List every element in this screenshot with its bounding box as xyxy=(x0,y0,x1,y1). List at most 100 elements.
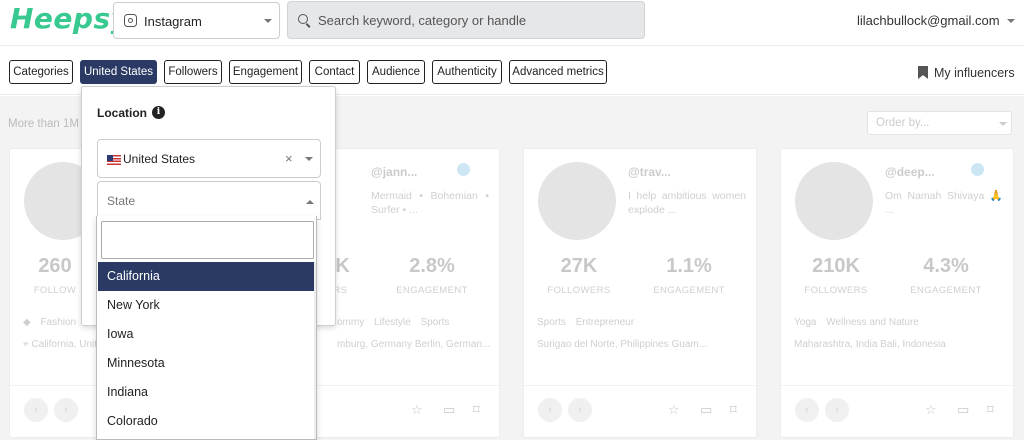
prev-arrow-icon[interactable]: ‹ xyxy=(795,398,819,422)
bookmark-icon xyxy=(918,66,928,79)
filter-location[interactable]: United States xyxy=(80,60,157,84)
category-tag: Sports xyxy=(537,317,566,328)
location-list: mburg, Germany Berlin, German... xyxy=(337,339,497,350)
chevron-down-icon xyxy=(264,19,272,23)
category-tag: Lifestyle xyxy=(374,317,411,328)
filter-authenticity[interactable]: Authenticity xyxy=(432,60,502,84)
influencer-handle[interactable]: @jann... xyxy=(371,165,417,179)
scrollbar[interactable] xyxy=(314,262,316,439)
followers-count: 210K xyxy=(812,255,860,277)
filter-categories[interactable]: Categories xyxy=(9,60,73,84)
message-icon[interactable]: ▭ xyxy=(700,402,712,418)
category-tag: Sports xyxy=(420,317,450,328)
location-title: Location xyxy=(97,106,147,120)
filter-followers[interactable]: Followers xyxy=(164,60,222,84)
location-text: Berlin, German... xyxy=(414,339,491,350)
search-box[interactable] xyxy=(287,1,645,39)
followers-count: 27K xyxy=(560,255,598,277)
chevron-down-icon xyxy=(1007,19,1015,23)
card-divider xyxy=(781,385,1013,386)
account-menu[interactable]: lilachbullock@gmail.com xyxy=(857,13,1015,28)
category-tag: Yoga xyxy=(794,317,817,328)
message-icon[interactable]: ▭ xyxy=(957,402,969,418)
platform-select-value: Instagram xyxy=(144,14,202,29)
category-tag: Fashion xyxy=(40,317,77,328)
filter-engagement[interactable]: Engagement xyxy=(229,60,302,84)
state-select[interactable]: State xyxy=(97,181,321,220)
filter-audience[interactable]: Audience xyxy=(367,60,425,84)
bookmark-icon[interactable]: ⌑ xyxy=(987,402,994,418)
avatar[interactable] xyxy=(538,162,616,240)
filter-contact[interactable]: Contact xyxy=(309,60,360,84)
next-arrow-icon[interactable]: › xyxy=(568,398,592,422)
top-bar: Heepsy Instagram lilachbullock@gmail.com xyxy=(0,0,1024,46)
order-by-placeholder: Order by... xyxy=(876,117,930,129)
state-options-list: California New York Iowa Minnesota India… xyxy=(96,216,317,440)
info-icon[interactable]: i xyxy=(152,106,165,119)
category-tag: Wellness and Nature xyxy=(826,317,919,328)
country-select[interactable]: United States × xyxy=(97,139,321,178)
location-text: California, Unit xyxy=(31,339,98,350)
chevron-down-icon xyxy=(999,122,1007,126)
next-arrow-icon[interactable]: › xyxy=(54,398,78,422)
prev-arrow-icon[interactable]: ‹ xyxy=(538,398,562,422)
search-icon xyxy=(298,14,308,24)
state-option[interactable]: California xyxy=(98,262,314,291)
chevron-down-icon xyxy=(305,157,313,161)
platform-select[interactable]: Instagram xyxy=(113,2,280,39)
engagement-label: ENGAGEMENT xyxy=(910,285,982,296)
us-flag-icon xyxy=(107,155,121,165)
instagram-icon xyxy=(124,14,137,27)
filter-advanced-metrics[interactable]: Advanced metrics xyxy=(509,60,607,84)
engagement-rate: 2.8% xyxy=(409,255,455,277)
favorite-star-icon[interactable]: ☆ xyxy=(411,402,423,418)
influencer-card[interactable]: @deep... Om Namah Shivaya 🙏 ... 210K FOL… xyxy=(780,148,1014,438)
location-text: Guam... xyxy=(671,339,708,350)
engagement-rate: 1.1% xyxy=(666,255,712,277)
influencer-handle[interactable]: @trav... xyxy=(628,165,671,179)
account-email: lilachbullock@gmail.com xyxy=(857,13,1000,28)
avatar[interactable] xyxy=(795,162,873,240)
order-by-select[interactable]: Order by... xyxy=(867,111,1012,135)
influencer-bio: Mermaid • Bohemian • Surfer • ... xyxy=(371,190,489,216)
card-divider xyxy=(524,385,756,386)
location-list: Maharashtra, India Bali, Indonesia xyxy=(794,339,1009,350)
heepsy-logo[interactable]: Heepsy xyxy=(10,2,129,35)
verified-icon xyxy=(971,163,984,176)
tag-list: ommy Lifestyle Sports xyxy=(337,317,552,328)
prev-arrow-icon[interactable]: ‹ xyxy=(24,398,48,422)
search-input[interactable] xyxy=(318,10,638,30)
influencer-card[interactable]: @trav... I help ambitious women explode … xyxy=(523,148,757,438)
verified-icon xyxy=(457,163,470,176)
favorite-star-icon[interactable]: ☆ xyxy=(925,402,937,418)
bookmark-icon[interactable]: ⌑ xyxy=(473,402,480,418)
pin-icon: ⌖ xyxy=(23,339,29,350)
engagement-rate: 4.3% xyxy=(923,255,969,277)
results-count: More than 1M xyxy=(8,118,79,130)
state-option[interactable]: Minnesota xyxy=(98,349,314,378)
influencer-handle[interactable]: @deep... xyxy=(885,165,935,179)
influencer-bio: I help ambitious women explode ... xyxy=(628,190,746,216)
favorite-star-icon[interactable]: ☆ xyxy=(668,402,680,418)
location-text: Surigao del Norte, Philippines xyxy=(537,339,669,350)
influencer-bio: Om Namah Shivaya 🙏 ... xyxy=(885,190,1003,216)
state-option[interactable]: Indiana xyxy=(98,378,314,407)
engagement-label: ENGAGEMENT xyxy=(396,285,468,296)
tag-icon: ◆ xyxy=(23,317,31,328)
location-list: Surigao del Norte, Philippines Guam... xyxy=(537,339,752,350)
location-text: Maharashtra, India xyxy=(794,339,878,350)
location-text: mburg, Germany xyxy=(337,339,413,350)
state-search-input[interactable] xyxy=(101,221,314,259)
state-option[interactable]: New York xyxy=(98,291,314,320)
category-tag: ommy xyxy=(337,317,365,328)
message-icon[interactable]: ▭ xyxy=(443,402,455,418)
my-influencers-label: My influencers xyxy=(934,66,1015,80)
clear-icon[interactable]: × xyxy=(285,151,293,166)
bookmark-icon[interactable]: ⌑ xyxy=(730,402,737,418)
country-select-value: United States xyxy=(123,152,196,166)
next-arrow-icon[interactable]: › xyxy=(825,398,849,422)
followers-label: FOLLOWERS xyxy=(547,285,611,296)
state-option[interactable]: Iowa xyxy=(98,320,314,349)
category-tag: Entrepreneur xyxy=(575,317,635,328)
state-option[interactable]: Colorado xyxy=(98,407,314,436)
